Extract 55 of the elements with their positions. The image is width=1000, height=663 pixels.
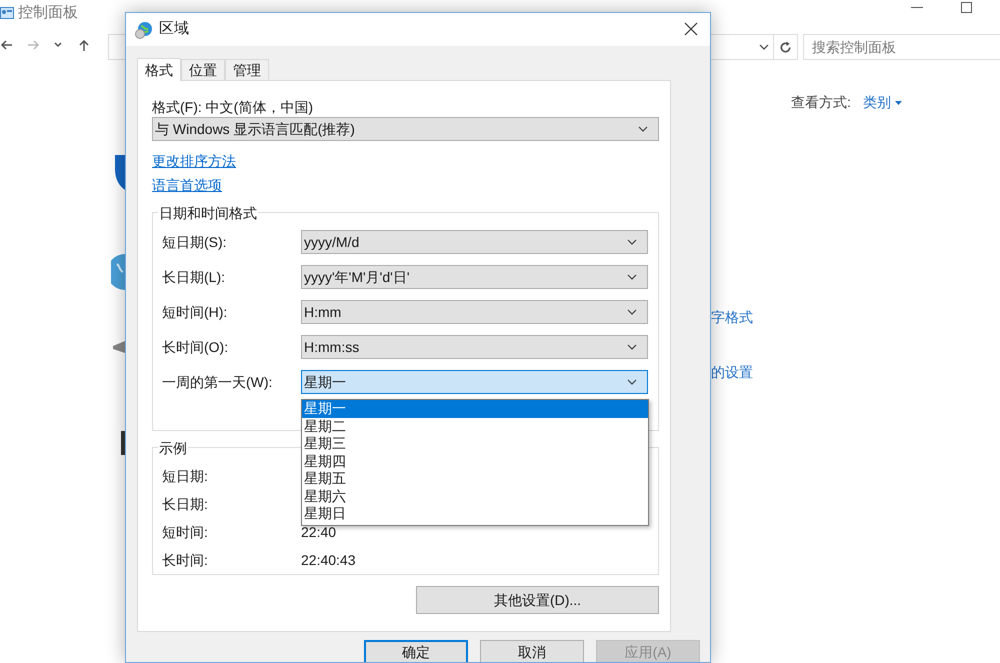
globe-icon (135, 20, 153, 38)
chevron-icon (627, 344, 637, 350)
example-label: 短日期: (162, 466, 209, 486)
field-label: 短时间(H): (162, 302, 228, 322)
dropdown-item[interactable]: 星期五 (302, 470, 648, 488)
example-label: 长日期: (162, 494, 209, 514)
dialog-title: 区域 (159, 19, 189, 40)
control-panel-icon (0, 7, 14, 20)
category-link[interactable]: 的设置 (711, 362, 753, 383)
example-value: 22:40 (301, 522, 336, 542)
chevron-icon (627, 379, 637, 385)
refresh-icon (779, 40, 792, 54)
caret-icon (894, 100, 902, 104)
field-label: 长时间(O): (162, 338, 230, 357)
combo-box[interactable]: yyyy'年'M'月'd'日' (301, 265, 648, 289)
dropdown-item[interactable]: 星期四 (302, 452, 648, 470)
back-icon[interactable] (0, 38, 14, 52)
category-link[interactable]: 字格式 (711, 307, 753, 328)
example-label: 长时间: (162, 550, 209, 570)
panel-icon (121, 431, 125, 455)
tab[interactable]: 位置 (181, 59, 225, 80)
combo-box[interactable]: H:mm (301, 300, 648, 324)
chevron-icon (627, 239, 637, 245)
dialog-button[interactable]: 取消 (480, 640, 584, 662)
chevron-icon (638, 126, 648, 132)
dropdown-item[interactable]: 星期日 (302, 505, 648, 522)
maximize-button[interactable] (961, 2, 972, 13)
format-dropdown[interactable]: 与 Windows 显示语言匹配(推荐) (152, 117, 659, 141)
window-title: 控制面板 (18, 3, 78, 23)
link[interactable]: 更改排序方法 (152, 151, 236, 171)
view-by-label: 查看方式: (791, 93, 851, 112)
close-button[interactable] (684, 22, 698, 36)
dropdown-item[interactable]: 星期二 (302, 418, 648, 435)
dropdown-item[interactable]: 星期六 (302, 488, 648, 505)
example-label: 短时间: (162, 522, 209, 542)
search-field[interactable]: 搜索控制面板 (803, 34, 1000, 60)
dialog-button[interactable]: 确定 (364, 640, 468, 662)
link[interactable]: 语言首选项 (152, 175, 222, 195)
chevron-icon (627, 274, 637, 280)
combo-box[interactable]: 星期一 (301, 370, 648, 394)
dropdown-item[interactable]: 星期一 (302, 400, 648, 418)
dropdown-item[interactable]: 星期三 (302, 435, 648, 452)
tab[interactable]: 格式 (137, 58, 181, 81)
globe-icon (111, 254, 125, 290)
field-label: 长日期(L): (162, 268, 226, 287)
combo-box[interactable]: yyyy/M/d (301, 230, 648, 254)
field-label: 短日期(S): (162, 232, 228, 252)
additional-settings-button[interactable]: 其他设置(D)... (416, 586, 659, 614)
chevron-icon (627, 309, 637, 315)
format-label: 格式(F): 中文(简体，中国) (152, 98, 314, 117)
example-value: 22:40:43 (301, 550, 356, 570)
view-by-link[interactable]: 类别 (862, 92, 902, 113)
field-label: 一周的第一天(W): (162, 372, 274, 392)
combo-box[interactable]: H:mm:ss (301, 335, 648, 359)
tab[interactable]: 管理 (225, 59, 269, 80)
